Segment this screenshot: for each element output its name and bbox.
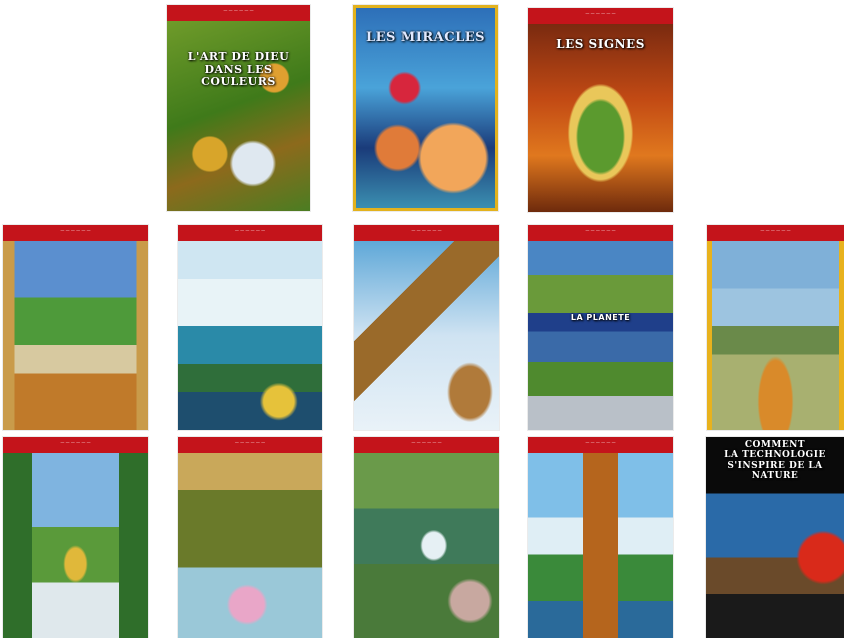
book-cover-11[interactable]: — — — — — — — [354, 437, 499, 638]
cover-header-band: — — — — — — — [707, 225, 844, 241]
book-cover-2[interactable]: LES MIRACLES — [353, 5, 498, 211]
cover-image — [528, 453, 673, 638]
cover-image — [528, 241, 673, 430]
cover-image — [3, 453, 148, 638]
cover-header-band: — — — — — — — [354, 225, 499, 241]
cover-header-band: — — — — — — — [167, 5, 310, 21]
cover-header-band: — — — — — — — [528, 225, 673, 241]
book-cover-1[interactable]: — — — — — — L'ART DE DIEU DANS LES COULE… — [167, 5, 310, 211]
cover-image — [354, 241, 499, 430]
book-cover-4[interactable]: — — — — — — — [3, 225, 148, 430]
book-cover-12[interactable]: — — — — — — — [528, 437, 673, 638]
cover-title: COMMENT LA TECHNOLOGIE S'INSPIRE DE LA N… — [724, 440, 826, 482]
cover-header-band: — — — — — — — [528, 8, 673, 24]
cover-image — [3, 241, 148, 430]
book-cover-10[interactable]: — — — — — — — [178, 437, 322, 638]
cover-image — [178, 453, 322, 638]
cover-image — [528, 24, 673, 212]
book-cover-6[interactable]: — — — — — — — [354, 225, 499, 430]
cover-image — [707, 241, 844, 430]
cover-title: LES SIGNES — [556, 37, 645, 51]
book-cover-8[interactable]: — — — — — — — [707, 225, 844, 430]
cover-image — [178, 241, 322, 430]
cover-title: LES MIRACLES — [365, 30, 486, 45]
book-cover-9[interactable]: — — — — — — — [3, 437, 148, 638]
cover-header-band: — — — — — — — [178, 437, 322, 453]
book-cover-13[interactable]: COMMENT LA TECHNOLOGIE S'INSPIRE DE LA N… — [706, 437, 844, 638]
cover-title: L'ART DE DIEU DANS LES COULEURS — [187, 50, 290, 89]
cover-title: LA PLANETE — [570, 313, 631, 322]
cover-header-band: — — — — — — — [3, 225, 148, 241]
cover-header-band: — — — — — — — [528, 437, 673, 453]
book-cover-3[interactable]: — — — — — — LES SIGNES — [528, 8, 673, 212]
cover-header-band: — — — — — — — [178, 225, 322, 241]
cover-header-band: — — — — — — — [3, 437, 148, 453]
cover-image — [354, 453, 499, 638]
book-cover-5[interactable]: — — — — — — — [178, 225, 322, 430]
book-cover-7[interactable]: — — — — — — LA PLANETE — [528, 225, 673, 430]
cover-header-band: — — — — — — — [354, 437, 499, 453]
